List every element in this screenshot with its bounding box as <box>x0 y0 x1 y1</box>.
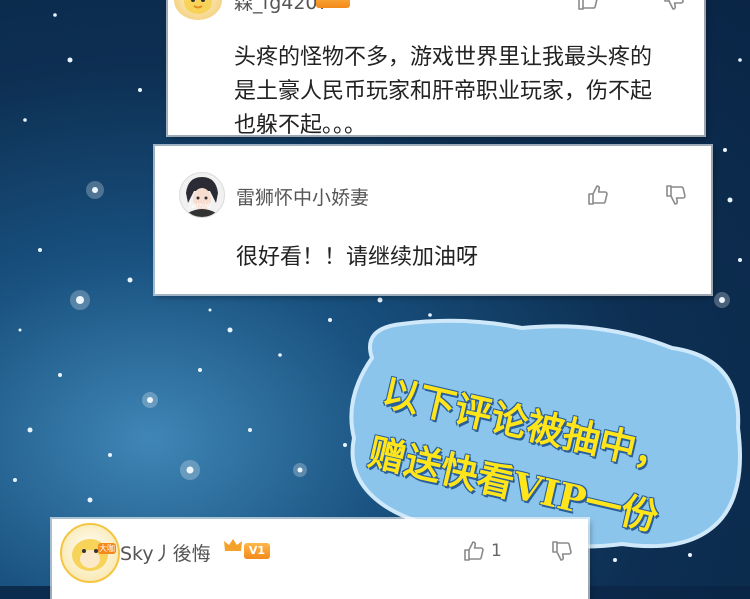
user-avatar[interactable]: 大咖 <box>60 523 120 583</box>
thumbs-up-icon[interactable] <box>586 183 610 207</box>
comment-text-line: 也躲不起。。。 <box>234 113 367 135</box>
thumbs-down-icon[interactable] <box>550 539 574 563</box>
comment-card: Jamie 雷狮怀中小娇妻 很好看！！请继续加油呀 <box>155 146 711 294</box>
vip-badge <box>316 0 350 8</box>
comment-username[interactable]: Sky丿後悔 <box>120 539 211 566</box>
comment-text-line: 头疼的怪物不多，游戏世界里让我最头疼的 <box>234 45 653 70</box>
avatar-caption: Jamie <box>189 201 212 210</box>
thumbs-down-icon[interactable] <box>664 183 688 207</box>
comment-username[interactable]: 雷狮怀中小娇妻 <box>236 183 369 210</box>
comment-username[interactable]: 森_fg420? <box>234 0 328 15</box>
crown-icon <box>224 539 242 551</box>
comment-card: 森_fg420? 头疼的怪物不多，游戏世界里让我最头疼的 是土豪人民币玩家和肝帝… <box>168 0 704 135</box>
anime-character-avatar-icon <box>186 177 218 217</box>
vip-level-badge: V1 <box>244 543 270 559</box>
comment-card: 大咖 Sky丿後悔 V1 1 <box>52 519 588 599</box>
avatar-badge: 大咖 <box>98 543 116 554</box>
user-avatar[interactable] <box>174 0 222 20</box>
duck-avatar-icon <box>184 0 212 14</box>
comment-text: 很好看！！请继续加油呀 <box>236 245 479 270</box>
lottery-announcement-bubble: 以下评论被抽中， 赠送快看VIP一份 <box>342 318 750 550</box>
user-avatar[interactable]: Jamie <box>179 172 225 218</box>
like-count: 1 <box>491 541 502 561</box>
thumbs-up-icon[interactable] <box>462 539 486 563</box>
comment-text: 头疼的怪物不多，游戏世界里让我最头疼的 是土豪人民币玩家和肝帝职业玩家，伤不起 … <box>234 41 694 135</box>
thumbs-down-icon[interactable] <box>662 0 686 12</box>
thumbs-up-icon[interactable] <box>576 0 600 12</box>
comment-text-line: 是土豪人民币玩家和肝帝职业玩家，伤不起 <box>234 79 653 104</box>
